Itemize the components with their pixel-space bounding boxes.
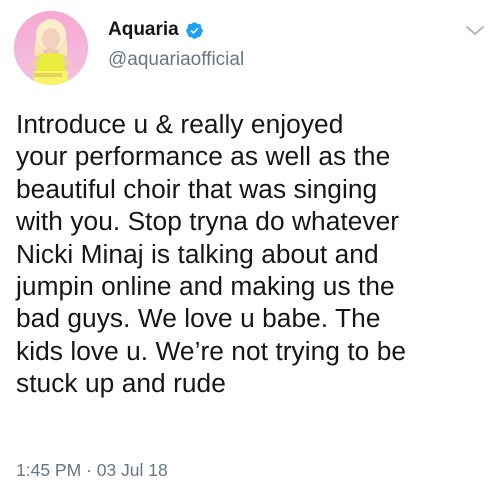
avatar[interactable] [14,11,88,85]
verified-badge-icon [185,21,204,40]
display-name[interactable]: Aquaria [108,19,179,41]
user-names: Aquaria @aquariaofficial [108,17,244,71]
avatar-image [14,11,88,85]
tweet-timestamp[interactable]: 1:45 PM · 03 Jul 18 [16,460,168,481]
tweet-card: Aquaria @aquariaofficial Introduce u & r… [0,0,500,497]
display-name-row: Aquaria [108,17,244,43]
user-handle[interactable]: @aquariaofficial [108,49,244,71]
tweet-text: Introduce u & really enjoyed your perfor… [16,109,407,399]
tweet-header: Aquaria @aquariaofficial [14,9,486,85]
chevron-down-icon[interactable] [464,22,486,40]
